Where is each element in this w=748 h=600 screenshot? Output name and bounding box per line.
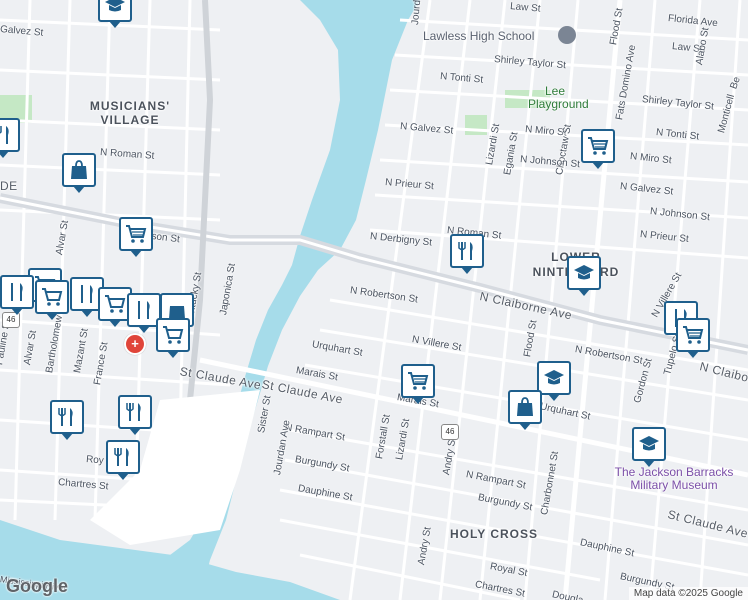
shopping-cart-icon — [105, 295, 126, 313]
street-label: DE — [0, 179, 18, 193]
restaurant-pin[interactable] — [0, 275, 34, 315]
shopping-bag-icon — [517, 397, 533, 416]
shopping-cart-pin[interactable] — [581, 129, 615, 169]
school-icon[interactable] — [558, 26, 576, 44]
neighborhood-label: HOLY CROSS — [450, 527, 539, 541]
school-icon — [639, 436, 659, 451]
route-shield: 46 — [441, 424, 459, 440]
restaurant-icon — [126, 403, 141, 421]
map-attribution[interactable]: Map data ©2025 Google — [628, 587, 748, 600]
shopping-cart-icon — [408, 372, 429, 390]
school-pin[interactable] — [537, 361, 571, 401]
school-icon — [574, 265, 594, 280]
restaurant-icon — [81, 285, 93, 303]
shopping-cart-pin[interactable] — [156, 318, 190, 358]
shopping-cart-pin[interactable] — [401, 364, 435, 404]
shopping-cart-icon — [126, 225, 147, 243]
school-pin[interactable] — [632, 427, 666, 467]
restaurant-icon — [114, 448, 129, 466]
restaurant-pin[interactable] — [0, 118, 20, 158]
shopping-cart-icon — [42, 288, 63, 306]
school-icon — [544, 370, 564, 385]
school-icon — [105, 0, 125, 12]
map-canvas[interactable]: Galvez St N Roman St N Johnson St Japoni… — [0, 0, 748, 600]
restaurant-icon — [138, 301, 150, 319]
shopping-cart-icon — [163, 326, 184, 344]
shopping-cart-pin[interactable] — [676, 318, 710, 358]
street-label: Roy — [85, 454, 105, 467]
park-area — [465, 115, 487, 135]
shopping-cart-pin[interactable] — [119, 217, 153, 257]
restaurant-icon — [458, 242, 473, 260]
school-pin[interactable] — [567, 256, 601, 296]
shopping-cart-pin[interactable] — [35, 280, 69, 320]
google-logo: Google — [6, 576, 68, 596]
shopping-bag-pin[interactable] — [508, 390, 542, 430]
restaurant-icon — [58, 408, 73, 426]
shopping-cart-icon — [683, 326, 704, 344]
jackson-barracks-label[interactable]: The Jackson Barracks Military Museum — [600, 465, 748, 492]
restaurant-icon — [11, 283, 23, 301]
lee-playground-label[interactable]: Lee Playground — [528, 84, 589, 111]
restaurant-pin[interactable] — [106, 440, 140, 480]
shopping-bag-icon — [71, 160, 87, 179]
hospital-icon[interactable]: + — [124, 333, 146, 355]
lawless-high-school-label: Lawless High School — [423, 29, 535, 43]
school-pin[interactable] — [98, 0, 132, 28]
restaurant-icon — [0, 126, 9, 144]
restaurant-pin[interactable] — [118, 395, 152, 435]
restaurant-pin[interactable] — [50, 400, 84, 440]
shopping-cart-icon — [588, 137, 609, 155]
neighborhood-label: MUSICIANS' VILLAGE — [89, 99, 171, 128]
restaurant-pin[interactable] — [450, 234, 484, 274]
shopping-bag-pin[interactable] — [62, 153, 96, 193]
